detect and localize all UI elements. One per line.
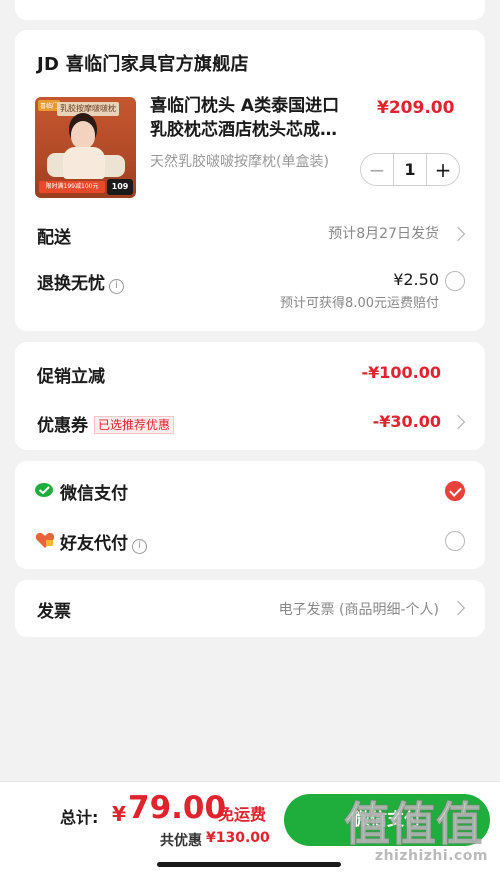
chevron-right-icon[interactable] [450,226,466,242]
decrease-quantity-button[interactable]: − [361,154,393,185]
coupon-row[interactable]: 优惠券 已选推荐优惠 [37,411,175,436]
free-shipping-label: 免运费 [218,805,267,824]
friend-pay-radio[interactable] [445,531,465,551]
coupon-label: 优惠券 [37,416,88,436]
wechat-pay-icon [35,483,53,497]
store-name[interactable]: JD 喜临门家具官方旗舰店 [37,50,249,76]
info-icon[interactable]: i [132,539,147,554]
watermark-site: zhizhizhi.com [374,848,488,864]
payment-method-card: 微信支付 好友代付 i [15,461,485,569]
pay-button[interactable]: 微信支付 [284,794,490,846]
product-title-line2[interactable]: 乳胶枕芯酒店枕头芯成… [150,118,350,142]
product-image[interactable]: 喜临门 乳胶按摩啵啵枕 限时满199减100元 109 [35,97,136,198]
product-title[interactable]: 喜临门枕头 A类泰国进口 [150,94,360,118]
invoice-value[interactable]: 电子发票 (商品明细-个人) [279,599,439,619]
friend-pay-row[interactable]: 好友代付 i [60,529,147,554]
product-spec[interactable]: 天然乳胶啵啵按摩枕(单盒装) [150,151,329,171]
invoice-label: 发票 [37,602,71,622]
total-currency: ¥ [112,802,126,826]
coupon-value[interactable]: -¥30.00 [373,412,441,431]
product-image-promo: 限时满199减100元 [39,181,105,193]
friend-pay-icon [35,532,55,548]
friend-pay-label: 好友代付 [60,534,128,554]
promotions-card: 促销立减 -¥100.00 优惠券 已选推荐优惠 -¥30.00 [15,342,485,450]
wechat-pay-label[interactable]: 微信支付 [60,479,128,504]
delivery-label: 配送 [37,228,71,248]
model-graphic [71,121,95,149]
model-graphic [63,147,105,179]
discount-label: 促销立减 [37,367,105,387]
return-service-note: 预计可获得8.00元运费赔付 [280,296,439,311]
return-service-row: 退换无忧 i [37,269,124,294]
product-price: ¥209.00 [377,98,455,118]
home-indicator[interactable] [157,862,341,867]
store-order-card: JD 喜临门家具官方旗舰店 喜临门 乳胶按摩啵啵枕 限时满199减100元 10… [15,30,485,331]
saving-amount: ¥130.00 [206,830,270,846]
return-service-radio[interactable] [445,271,465,291]
return-service-price: ¥2.50 [393,270,439,289]
chevron-right-icon[interactable] [450,414,466,430]
saving-label: 共优惠 [160,833,202,849]
discount-value: -¥100.00 [361,363,441,382]
product-image-price: 109 [107,179,133,195]
quantity-stepper: − 1 + [360,153,460,186]
chevron-right-icon[interactable] [450,600,466,616]
total-label: 总计: [60,808,99,827]
return-service-label: 退换无忧 [37,274,105,294]
increase-quantity-button[interactable]: + [427,154,459,185]
wechat-pay-radio[interactable] [445,481,465,501]
quantity-value[interactable]: 1 [393,154,427,185]
coupon-tag: 已选推荐优惠 [94,416,175,434]
invoice-card[interactable]: 发票 电子发票 (商品明细-个人) [15,580,485,637]
total-amount: 79.00 [128,790,227,826]
previous-section-card [15,0,485,20]
delivery-value[interactable]: 预计8月27日发货 [328,223,439,243]
product-image-banner: 乳胶按摩啵啵枕 [57,102,119,116]
info-icon[interactable]: i [109,279,124,294]
